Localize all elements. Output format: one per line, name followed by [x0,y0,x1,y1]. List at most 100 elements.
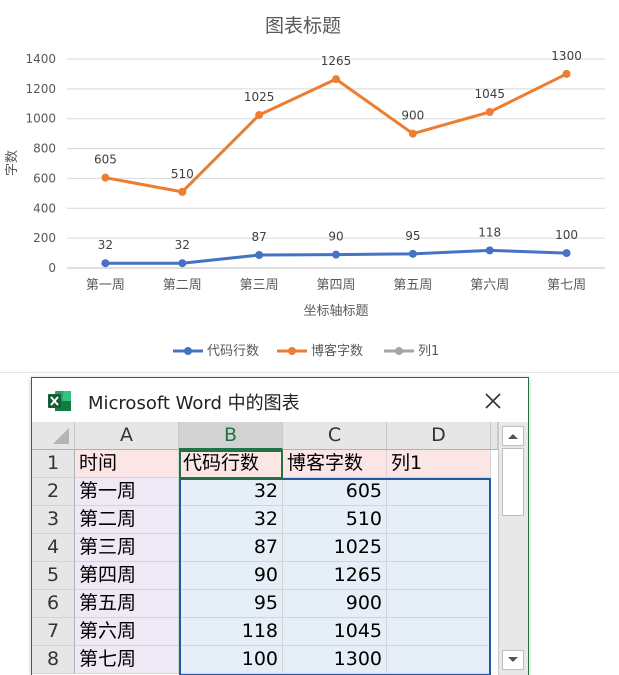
scroll-down-button[interactable] [502,650,524,670]
cell-b1[interactable]: 代码行数 [179,450,283,478]
scroll-thumb[interactable] [502,448,524,516]
cell-c7[interactable]: 1045 [283,618,387,646]
data-label: 1045 [474,87,505,101]
cell-a3[interactable]: 第二周 [75,506,179,534]
data-label: 32 [98,238,113,252]
cell-c1[interactable]: 博客字数 [283,450,387,478]
divider [0,372,619,373]
y-tick-label: 400 [33,201,56,215]
cell-b5[interactable]: 90 [179,562,283,590]
cell-a6[interactable]: 第五周 [75,590,179,618]
data-label: 1025 [244,90,275,104]
data-point [408,249,417,258]
y-tick-label: 1400 [25,52,56,66]
cell-d3[interactable] [387,506,491,534]
cell-c2[interactable]: 605 [283,478,387,506]
data-point [101,173,110,182]
column-header-d[interactable]: D [387,422,491,450]
x-tick-label: 第四周 [316,278,355,293]
chart-title: 图表标题 [265,15,341,37]
cell-c8[interactable]: 1300 [283,646,387,674]
data-label: 32 [175,238,190,252]
row-header-6[interactable]: 6 [32,590,75,618]
excel-icon [48,390,72,412]
row-header-3[interactable]: 3 [32,506,75,534]
cell-a2[interactable]: 第一周 [75,478,179,506]
legend-swatch-marker [395,347,403,355]
cell-b7[interactable]: 118 [179,618,283,646]
select-all-corner[interactable] [32,422,75,450]
row-header-8[interactable]: 8 [32,646,75,674]
legend-swatch-marker [288,347,296,355]
cell-a7[interactable]: 第六周 [75,618,179,646]
data-point [332,75,340,84]
window-title: Microsoft Word 中的图表 [88,393,300,414]
column-header-b[interactable]: B [179,422,283,450]
cell-c4[interactable]: 1025 [283,534,387,562]
cell-a4[interactable]: 第三周 [75,534,179,562]
chevron-down-icon [508,657,518,662]
y-tick-label: 600 [33,171,56,185]
column-header-c[interactable]: C [283,422,387,450]
cell-d8[interactable] [387,646,491,674]
scroll-up-button[interactable] [502,426,524,446]
data-point [562,69,571,78]
chevron-up-icon [508,434,518,439]
row-header-4[interactable]: 4 [32,534,75,562]
chart-data-window: Microsoft Word 中的图表 A B C D 1 时间 代码行数 博客… [31,377,529,675]
cell-b4[interactable]: 87 [179,534,283,562]
vertical-scrollbar[interactable] [498,422,528,675]
row-header-2[interactable]: 2 [32,478,75,506]
window-titlebar: Microsoft Word 中的图表 [32,378,528,422]
data-label: 95 [405,229,420,243]
cell-d5[interactable] [387,562,491,590]
cell-b2[interactable]: 32 [179,478,283,506]
cell-b8[interactable]: 100 [179,646,283,674]
y-tick-label: 0 [48,261,56,275]
data-point [101,259,110,268]
cell-a8[interactable]: 第七周 [75,646,179,674]
data-label: 118 [478,225,501,239]
data-label: 1265 [321,54,352,68]
y-tick-label: 800 [33,142,56,156]
cell-c5[interactable]: 1265 [283,562,387,590]
x-tick-label: 第三周 [240,278,279,293]
column-header-a[interactable]: A [75,422,179,450]
data-label: 605 [94,153,117,167]
cell-d7[interactable] [387,618,491,646]
data-label: 1300 [551,49,582,63]
cell-d6[interactable] [387,590,491,618]
data-point [178,187,187,196]
row-header-5[interactable]: 5 [32,562,75,590]
y-tick-label: 1000 [25,112,56,126]
data-point [178,259,187,268]
cell-b6[interactable]: 95 [179,590,283,618]
x-tick-label: 第五周 [393,278,432,293]
legend-label: 代码行数 [207,344,259,359]
cell-a5[interactable]: 第四周 [75,562,179,590]
x-tick-label: 第六周 [470,278,509,293]
close-button[interactable] [478,386,508,416]
cell-c6[interactable]: 900 [283,590,387,618]
cell-d1[interactable]: 列1 [387,450,491,478]
data-point [485,107,494,116]
close-icon [485,393,501,409]
cell-d2[interactable] [387,478,491,506]
data-point [485,246,494,255]
x-tick-label: 第七周 [547,278,586,293]
cell-d4[interactable] [387,534,491,562]
cell-c3[interactable]: 510 [283,506,387,534]
cell-a1[interactable]: 时间 [75,450,179,478]
chart-area: 图表标题 0 200 400 600 800 1000 1200 1400 字数 第一周 第二周 第三周… [0,0,619,372]
row-header-7[interactable]: 7 [32,618,75,646]
x-tick-label: 第二周 [163,278,202,293]
legend-label: 博客字数 [311,343,363,359]
cell-b3[interactable]: 32 [179,506,283,534]
legend-label: 列1 [418,344,439,359]
row-header-1[interactable]: 1 [32,450,75,478]
y-tick-label: 1200 [25,82,56,96]
data-point [332,250,340,259]
y-tick-label: 200 [33,231,56,245]
data-label: 100 [555,228,578,242]
column-header-filler [491,422,498,450]
